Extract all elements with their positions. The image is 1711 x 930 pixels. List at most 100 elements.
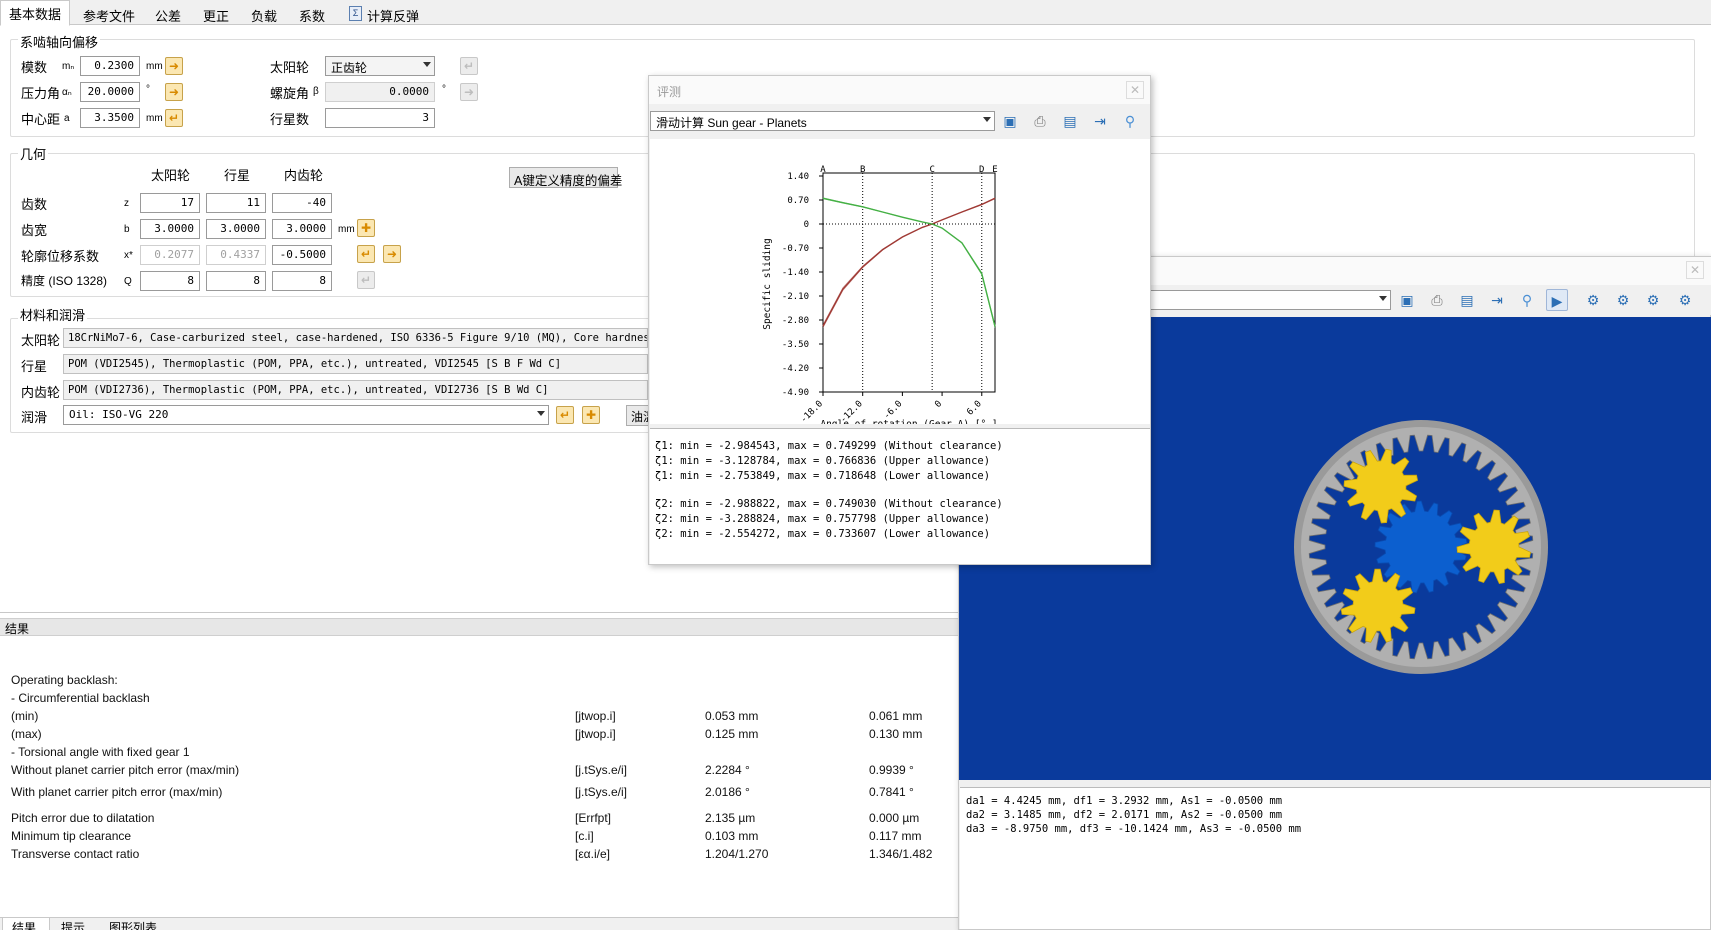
center-distance-action-return-icon[interactable]: ↵ <box>165 109 183 127</box>
pin-icon[interactable]: ⚲ <box>1119 110 1141 132</box>
y-tick-label: 0 <box>804 220 809 230</box>
sun-gear-type-action-icon[interactable]: ↵ <box>460 57 478 75</box>
result-symbol: [Errfpt] <box>575 811 612 825</box>
result-symbol: [jtwop.i] <box>575 727 616 741</box>
tab-load[interactable]: 负载 <box>242 2 286 25</box>
export-icon[interactable]: ⇥ <box>1486 289 1508 311</box>
sun-material-label: 太阳轮 <box>21 333 61 348</box>
face-width-sun-input[interactable]: 3.0000 <box>140 219 200 239</box>
save-icon[interactable]: ▣ <box>1396 289 1418 311</box>
save-icon[interactable]: ▣ <box>999 110 1021 132</box>
profile-shift-sun-input[interactable]: 0.2077 <box>140 245 200 265</box>
tab-reference-profile[interactable]: 参考文件 <box>74 2 144 25</box>
profile-shift-planet-input[interactable]: 0.4337 <box>206 245 266 265</box>
x-axis-label: Angle of rotation (Gear A) [° ] <box>820 419 997 424</box>
sun-gear-type-select[interactable]: 正齿轮 <box>325 56 435 76</box>
center-distance-group-title: 系啮轴向偏移 <box>18 32 101 51</box>
lubrication-label: 润滑 <box>21 410 48 425</box>
gear-settings-icon[interactable]: ⚙ <box>1642 289 1664 311</box>
lubrication-return-icon[interactable]: ↵ <box>556 406 574 424</box>
geometry-row-symbol: x* <box>124 250 133 261</box>
calculation-icon: Σ <box>349 6 362 21</box>
gear-settings-icon[interactable]: ⚙ <box>1582 289 1604 311</box>
evaluation-type-select[interactable]: 滑动计算 Sun gear - Planets <box>650 111 995 131</box>
gear-settings-icon[interactable]: ⚙ <box>1674 289 1696 311</box>
evaluation-results-textbox: ζ1: min = -2.984543, max = 0.749299 (Wit… <box>650 428 1150 564</box>
lubrication-add-icon[interactable]: ✚ <box>582 406 600 424</box>
accuracy-ring-input[interactable]: 8 <box>272 271 332 291</box>
evaluation-line: ζ2: min = -3.288824, max = 0.757798 (Upp… <box>655 513 991 526</box>
y-tick-label: -4.90 <box>782 388 809 398</box>
material-group-title: 材料和润滑 <box>18 305 88 324</box>
splitter[interactable] <box>0 612 960 613</box>
planets-count-input[interactable]: 3 <box>325 108 435 128</box>
module-input[interactable]: 0.2300 <box>80 56 140 76</box>
face-width-planet-input[interactable]: 3.0000 <box>206 219 266 239</box>
geometry-row-label: 齿数 <box>21 197 48 212</box>
sun-material-field[interactable]: 18CrNiMo7-6, Case-carburized steel, case… <box>63 328 648 348</box>
column-header-sun: 太阳轮 <box>151 168 191 183</box>
planet-material-field[interactable]: POM (VDI2545), Thermoplastic (POM, PPA, … <box>63 354 648 374</box>
lubrication-value: Oil: ISO-VG 220 <box>69 408 169 421</box>
pin-icon[interactable]: ⚲ <box>1516 289 1538 311</box>
marker-label: D <box>979 165 984 175</box>
close-icon[interactable]: ✕ <box>1686 261 1704 279</box>
center-distance-input[interactable]: 3.3500 <box>80 108 140 128</box>
result-label: Pitch error due to dilatation <box>11 811 155 825</box>
save-as-icon[interactable]: ▤ <box>1456 289 1478 311</box>
bottom-tab-results[interactable]: 结果 <box>2 918 50 930</box>
save-as-icon[interactable]: ▤ <box>1059 110 1081 132</box>
ring-material-field[interactable]: POM (VDI2736), Thermoplastic (POM, PPA, … <box>63 380 648 400</box>
lubrication-select[interactable]: Oil: ISO-VG 220 <box>63 405 549 425</box>
helix-angle-action-arrow-icon[interactable]: ➜ <box>460 83 478 101</box>
teeth-sun-input[interactable]: 17 <box>140 193 200 213</box>
helix-angle-input[interactable]: 0.0000 <box>325 82 435 102</box>
pressure-angle-action-arrow-icon[interactable]: ➜ <box>165 83 183 101</box>
print-icon[interactable]: ⎙ <box>1426 289 1448 311</box>
bottom-tab-hints[interactable]: 提示 <box>58 919 88 930</box>
y-axis-label: Specific sliding <box>762 238 773 330</box>
evaluation-window-title: 评测 <box>657 85 682 99</box>
marker-label: E <box>992 165 997 175</box>
x-tick-label: 6.0 <box>965 399 984 418</box>
marker-label: A <box>820 165 826 175</box>
column-header-ring: 内齿轮 <box>284 168 324 183</box>
accuracy-planet-input[interactable]: 8 <box>206 271 266 291</box>
profile-shift-arrow-icon[interactable]: ➜ <box>383 245 401 263</box>
export-icon[interactable]: ⇥ <box>1089 110 1111 132</box>
bottom-tab-graphics-list[interactable]: 图形列表 <box>106 919 160 930</box>
print-icon[interactable]: ⎙ <box>1029 110 1051 132</box>
result-label: Operating backlash: <box>11 673 118 687</box>
profile-shift-ring-input[interactable]: -0.5000 <box>272 245 332 265</box>
result-value-1: 2.135 µm <box>705 811 756 825</box>
result-value-2: 1.346/1.482 <box>869 847 933 861</box>
result-symbol: [j.tSys.e/i] <box>575 785 628 799</box>
custom-accuracy-deviation-button[interactable]: A键定义精度的偏差 <box>509 167 622 188</box>
tab-calculation-rating[interactable]: Σ 计算反弹 <box>340 2 428 25</box>
tab-tolerances[interactable]: 公差 <box>146 2 190 25</box>
face-width-add-icon[interactable]: ✚ <box>357 219 375 237</box>
column-header-planet: 行星 <box>224 168 251 183</box>
result-symbol: [c.i] <box>575 829 594 843</box>
pressure-angle-input[interactable]: 20.0000 <box>80 82 140 102</box>
evaluation-line: ζ1: min = -2.984543, max = 0.749299 (Wit… <box>655 440 1003 452</box>
evaluation-line: ζ1: min = -2.753849, max = 0.718648 (Low… <box>655 469 991 482</box>
play-icon[interactable]: ▶ <box>1546 289 1568 311</box>
close-icon[interactable]: ✕ <box>1126 81 1144 99</box>
tab-factors[interactable]: 系数 <box>290 2 334 25</box>
face-width-ring-input[interactable]: 3.0000 <box>272 219 332 239</box>
gear-settings-icon[interactable]: ⚙ <box>1612 289 1634 311</box>
y-tick-label: 1.40 <box>787 172 809 182</box>
teeth-planet-input[interactable]: 11 <box>206 193 266 213</box>
teeth-ring-input[interactable]: -40 <box>272 193 332 213</box>
profile-shift-return-icon[interactable]: ↵ <box>357 245 375 263</box>
module-unit: mm <box>146 61 163 72</box>
tab-basic-data[interactable]: 基本数据 <box>0 0 71 26</box>
marker-label: C <box>929 165 934 175</box>
module-action-arrow-icon[interactable]: ➜ <box>165 57 183 75</box>
gear-info-line: da3 = -8.9750 mm, df3 = -10.1424 mm, As3… <box>966 823 1302 835</box>
accuracy-sun-input[interactable]: 8 <box>140 271 200 291</box>
accuracy-action-icon[interactable]: ↵ <box>357 271 375 289</box>
evaluation-titlebar: 评测 ✕ <box>649 76 1150 104</box>
tab-modifications[interactable]: 更正 <box>194 2 238 25</box>
